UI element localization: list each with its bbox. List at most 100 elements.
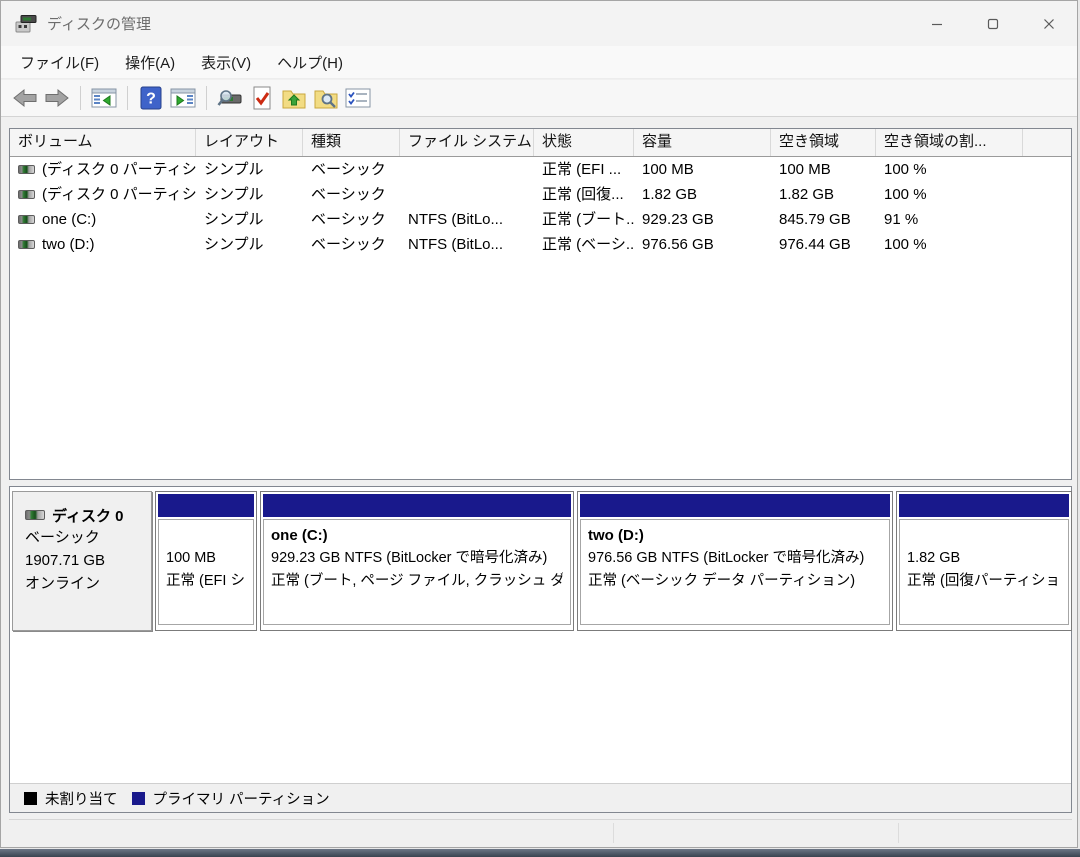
partition-size: 1.82 GB bbox=[907, 547, 1061, 570]
partitions-strip: 100 MB 正常 (EFI システム パーティション) one (C:) 92… bbox=[155, 491, 1072, 631]
legend-primary-partition: プライマリ パーティション bbox=[153, 788, 330, 809]
disk-management-app-icon bbox=[15, 14, 37, 34]
disk0-size: 1907.71 GB bbox=[25, 549, 141, 572]
volume-free-percent: 100 % bbox=[876, 157, 1023, 182]
task-check-button[interactable] bbox=[247, 83, 277, 113]
folder-up-button[interactable] bbox=[279, 83, 309, 113]
column-header-free-percent[interactable]: 空き領域の割... bbox=[876, 129, 1023, 156]
legend-unallocated: 未割り当て bbox=[45, 788, 118, 809]
partition-efi[interactable]: 100 MB 正常 (EFI システム パーティション) bbox=[155, 491, 257, 631]
partition-status: 正常 (ブート, ページ ファイル, クラッシュ ダンプ, プライマリ パーティ… bbox=[271, 570, 563, 593]
column-header-free-space[interactable]: 空き領域 bbox=[771, 129, 876, 156]
menu-help[interactable]: ヘルプ(H) bbox=[264, 48, 356, 77]
forward-button[interactable] bbox=[42, 83, 72, 113]
back-button[interactable] bbox=[10, 83, 40, 113]
column-header-volume[interactable]: ボリューム bbox=[10, 129, 196, 156]
volume-filesystem: NTFS (BitLo... bbox=[400, 207, 534, 232]
console-tree-icon bbox=[91, 87, 117, 109]
menu-file[interactable]: ファイル(F) bbox=[7, 48, 112, 77]
volume-free-percent: 100 % bbox=[876, 182, 1023, 207]
volume-list-header: ボリューム レイアウト 種類 ファイル システム 状態 容量 空き領域 空き領域… bbox=[10, 129, 1071, 157]
status-bar bbox=[9, 819, 1072, 846]
partition-status: 正常 (ベーシック データ パーティション) bbox=[588, 570, 882, 593]
volume-filesystem bbox=[400, 157, 534, 182]
volume-icon bbox=[18, 190, 35, 199]
volume-type: ベーシック bbox=[303, 232, 400, 257]
column-header-layout[interactable]: レイアウト bbox=[196, 129, 303, 156]
volume-list-pane: ボリューム レイアウト 種類 ファイル システム 状態 容量 空き領域 空き領域… bbox=[9, 128, 1072, 480]
volume-row-recovery[interactable]: (ディスク 0 パーティショ... シンプル ベーシック 正常 (回復... 1… bbox=[10, 182, 1071, 207]
partition-title: two (D:) bbox=[588, 525, 882, 547]
disk0-panel[interactable]: ディスク 0 ベーシック 1907.71 GB オンライン bbox=[12, 491, 152, 631]
disk0-type: ベーシック bbox=[25, 526, 141, 549]
maximize-icon bbox=[987, 18, 999, 30]
window-bottom-edge bbox=[0, 849, 1080, 857]
rescan-disks-button[interactable] bbox=[215, 83, 245, 113]
partition-info: 100 MB 正常 (EFI システム パーティション) bbox=[158, 519, 254, 625]
volume-name: one (C:) bbox=[42, 207, 96, 232]
volume-free: 845.79 GB bbox=[771, 207, 876, 232]
title-bar: ディスクの管理 bbox=[1, 1, 1077, 46]
menu-bar: ファイル(F) 操作(A) 表示(V) ヘルプ(H) bbox=[1, 46, 1077, 79]
help-button[interactable]: ? bbox=[136, 83, 166, 113]
volume-status: 正常 (ブート... bbox=[534, 207, 634, 232]
column-header-status[interactable]: 状態 bbox=[534, 129, 634, 156]
volume-row-two-d[interactable]: two (D:) シンプル ベーシック NTFS (BitLo... 正常 (ベ… bbox=[10, 232, 1071, 257]
show-action-pane-button[interactable] bbox=[168, 83, 198, 113]
volume-layout: シンプル bbox=[196, 232, 303, 257]
task-check-icon bbox=[250, 85, 274, 111]
partition-status: 正常 (回復パーティション) bbox=[907, 570, 1061, 593]
graphical-view-pane: ディスク 0 ベーシック 1907.71 GB オンライン 100 MB 正常 … bbox=[9, 486, 1072, 813]
svg-text:?: ? bbox=[146, 91, 156, 108]
properties-icon bbox=[345, 87, 371, 109]
volume-type: ベーシック bbox=[303, 207, 400, 232]
minimize-icon bbox=[931, 18, 943, 30]
minimize-button[interactable] bbox=[909, 1, 965, 46]
column-header-capacity[interactable]: 容量 bbox=[634, 129, 771, 156]
column-header-empty bbox=[1023, 129, 1071, 156]
volume-name: two (D:) bbox=[42, 232, 95, 257]
close-button[interactable] bbox=[1021, 1, 1077, 46]
partition-size: 100 MB bbox=[166, 547, 246, 570]
close-icon bbox=[1043, 18, 1055, 30]
toolbar: ? bbox=[1, 80, 1077, 117]
disk0-row: ディスク 0 ベーシック 1907.71 GB オンライン 100 MB 正常 … bbox=[12, 491, 1072, 631]
partition-info: two (D:) 976.56 GB NTFS (BitLocker で暗号化済… bbox=[580, 519, 890, 625]
properties-button[interactable] bbox=[343, 83, 373, 113]
folder-up-icon bbox=[281, 86, 307, 110]
show-console-tree-button[interactable] bbox=[89, 83, 119, 113]
maximize-button[interactable] bbox=[965, 1, 1021, 46]
volume-row-one-c[interactable]: one (C:) シンプル ベーシック NTFS (BitLo... 正常 (ブ… bbox=[10, 207, 1071, 232]
disk-management-window: ディスクの管理 ファイル(F) 操作(A) 表示(V) ヘルプ(H) bbox=[0, 0, 1078, 848]
partition-color-bar bbox=[580, 494, 890, 517]
folder-search-icon bbox=[313, 86, 339, 110]
partition-two-d[interactable]: two (D:) 976.56 GB NTFS (BitLocker で暗号化済… bbox=[577, 491, 893, 631]
volume-filesystem: NTFS (BitLo... bbox=[400, 232, 534, 257]
toolbar-separator bbox=[206, 86, 207, 110]
volume-row-efi[interactable]: (ディスク 0 パーティショ... シンプル ベーシック 正常 (EFI ...… bbox=[10, 157, 1071, 182]
volume-free: 100 MB bbox=[771, 157, 876, 182]
partition-size: 976.56 GB NTFS (BitLocker で暗号化済み) bbox=[588, 547, 882, 570]
partition-one-c[interactable]: one (C:) 929.23 GB NTFS (BitLocker で暗号化済… bbox=[260, 491, 574, 631]
partition-info: 1.82 GB 正常 (回復パーティション) bbox=[899, 519, 1069, 625]
window-controls bbox=[909, 1, 1077, 46]
partition-size: 929.23 GB NTFS (BitLocker で暗号化済み) bbox=[271, 547, 563, 570]
partition-info: one (C:) 929.23 GB NTFS (BitLocker で暗号化済… bbox=[263, 519, 571, 625]
partition-recovery[interactable]: 1.82 GB 正常 (回復パーティション) bbox=[896, 491, 1072, 631]
partition-color-bar bbox=[263, 494, 571, 517]
volume-layout: シンプル bbox=[196, 182, 303, 207]
column-header-type[interactable]: 種類 bbox=[303, 129, 400, 156]
folder-search-button[interactable] bbox=[311, 83, 341, 113]
menu-action[interactable]: 操作(A) bbox=[112, 48, 188, 77]
volume-free: 976.44 GB bbox=[771, 232, 876, 257]
volume-capacity: 1.82 GB bbox=[634, 182, 771, 207]
volume-filesystem bbox=[400, 182, 534, 207]
status-bar-divider bbox=[613, 823, 614, 843]
column-header-filesystem[interactable]: ファイル システム bbox=[400, 129, 534, 156]
menu-view[interactable]: 表示(V) bbox=[188, 48, 264, 77]
help-icon: ? bbox=[140, 86, 162, 110]
window-title: ディスクの管理 bbox=[47, 13, 151, 34]
volume-free-percent: 100 % bbox=[876, 232, 1023, 257]
status-bar-divider bbox=[898, 823, 899, 843]
action-pane-icon bbox=[170, 87, 196, 109]
